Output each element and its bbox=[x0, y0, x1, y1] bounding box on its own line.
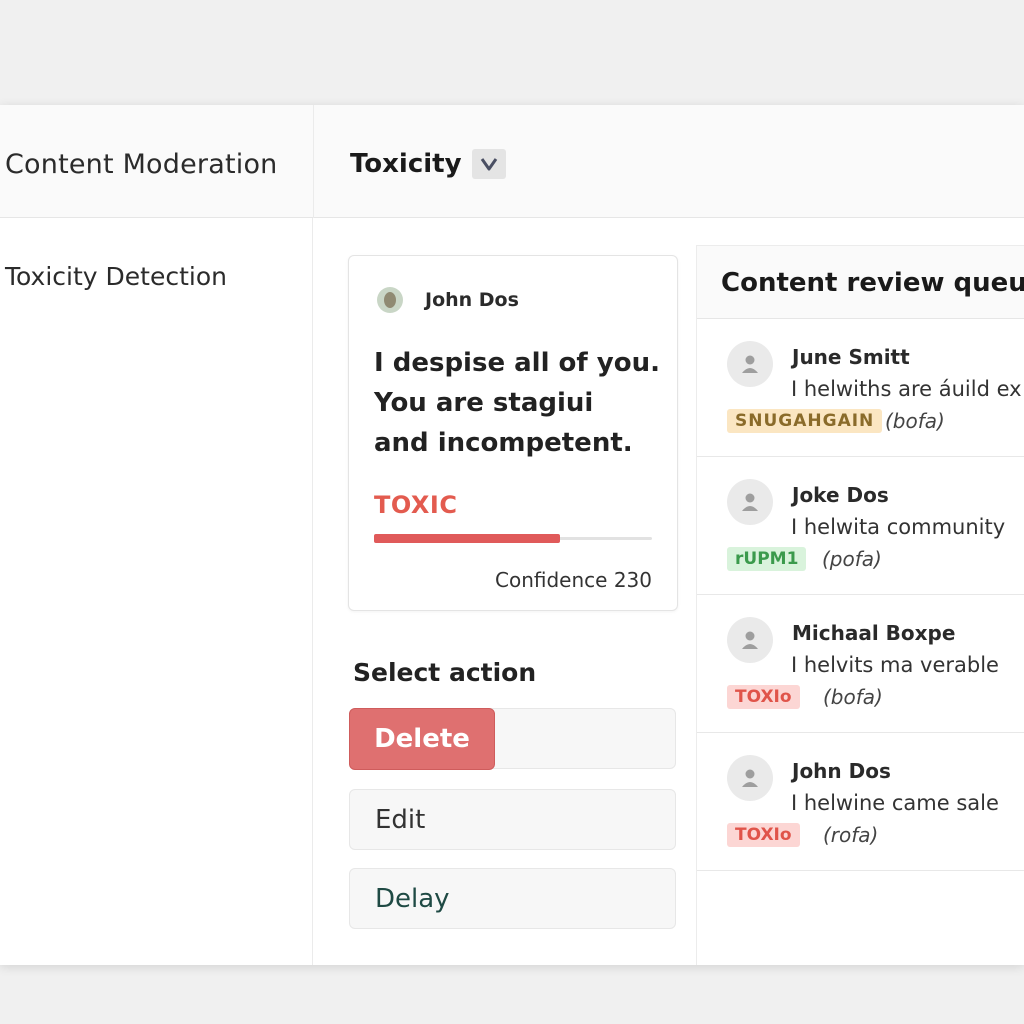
status-badge: SNUGAHGAIN bbox=[727, 409, 883, 433]
queue-item-text: I helwita community bbox=[791, 515, 1006, 539]
queue-item-note: (rofa) bbox=[823, 823, 879, 847]
list-item[interactable]: Michaal Boxpe I helvits ma verable TOXIo… bbox=[697, 595, 1024, 733]
sidebar-item-toxicity-detection[interactable]: Toxicity Detection bbox=[5, 262, 227, 291]
delay-button[interactable]: Delay bbox=[349, 868, 676, 929]
topbar-divider bbox=[313, 105, 314, 218]
delete-action-row: Delete bbox=[349, 708, 676, 770]
list-item[interactable]: John Dos I helwine came sale TOXIo (rofa… bbox=[697, 733, 1024, 871]
queue-title: Content review queues bbox=[721, 268, 1024, 298]
status-badge: TOXIo bbox=[727, 823, 800, 847]
app-title: Content Moderation bbox=[5, 149, 278, 180]
delete-button[interactable]: Delete bbox=[349, 708, 495, 770]
toxicity-filter-dropdown[interactable]: Toxicity bbox=[350, 149, 506, 179]
queue-item-text: I helwine came sale bbox=[791, 791, 999, 815]
top-bar: Content Moderation Toxicity bbox=[0, 105, 1024, 218]
status-badge: TOXIo bbox=[727, 685, 800, 709]
select-action-title: Select action bbox=[353, 658, 537, 687]
confidence-text: Confidence 230 bbox=[495, 568, 652, 592]
delay-button-label: Delay bbox=[375, 884, 450, 914]
card-message-line: and incompetent. bbox=[374, 428, 633, 458]
card-message-line: I despise all of you. bbox=[374, 348, 660, 378]
user-icon bbox=[727, 479, 773, 525]
list-item[interactable]: June Smitt I helwiths are áuild ex SNUGA… bbox=[697, 319, 1024, 457]
flagged-content-card: John Dos I despise all of you. You are s… bbox=[348, 255, 678, 611]
review-queue-panel: Content review queues June Smitt I helwi… bbox=[696, 245, 1024, 965]
list-item[interactable]: Joke Dos I helwita community rUPM1 (pofa… bbox=[697, 457, 1024, 595]
queue-item-name: Michaal Boxpe bbox=[792, 621, 956, 645]
app-window: Content Moderation Toxicity Toxicity Det… bbox=[0, 105, 1024, 965]
confidence-bar bbox=[374, 534, 652, 543]
filter-label: Toxicity bbox=[350, 149, 462, 179]
edit-button-label: Edit bbox=[375, 805, 426, 835]
toxicity-label: TOXIC bbox=[374, 491, 458, 519]
queue-item-note: (bofa) bbox=[885, 409, 945, 433]
queue-item-note: (pofa) bbox=[822, 547, 882, 571]
edit-button[interactable]: Edit bbox=[349, 789, 676, 850]
confidence-bar-fill bbox=[374, 534, 561, 543]
user-icon bbox=[727, 755, 773, 801]
avatar bbox=[377, 287, 403, 313]
queue-item-name: June Smitt bbox=[792, 345, 910, 369]
user-icon bbox=[727, 617, 773, 663]
queue-item-name: John Dos bbox=[792, 759, 891, 783]
card-message-line: You are stagiui bbox=[374, 388, 594, 418]
user-icon bbox=[727, 341, 773, 387]
chevron-down-icon[interactable] bbox=[471, 149, 506, 179]
sidebar: Toxicity Detection bbox=[0, 218, 313, 965]
queue-item-text: I helvits ma verable bbox=[791, 653, 999, 677]
queue-item-name: Joke Dos bbox=[792, 483, 889, 507]
card-author: John Dos bbox=[425, 289, 519, 311]
queue-item-note: (bofa) bbox=[823, 685, 883, 709]
queue-header: Content review queues bbox=[697, 245, 1024, 319]
status-badge: rUPM1 bbox=[727, 547, 807, 571]
queue-item-text: I helwiths are áuild ex bbox=[791, 377, 1022, 401]
card-message: I despise all of you. You are stagiui an… bbox=[374, 343, 664, 463]
